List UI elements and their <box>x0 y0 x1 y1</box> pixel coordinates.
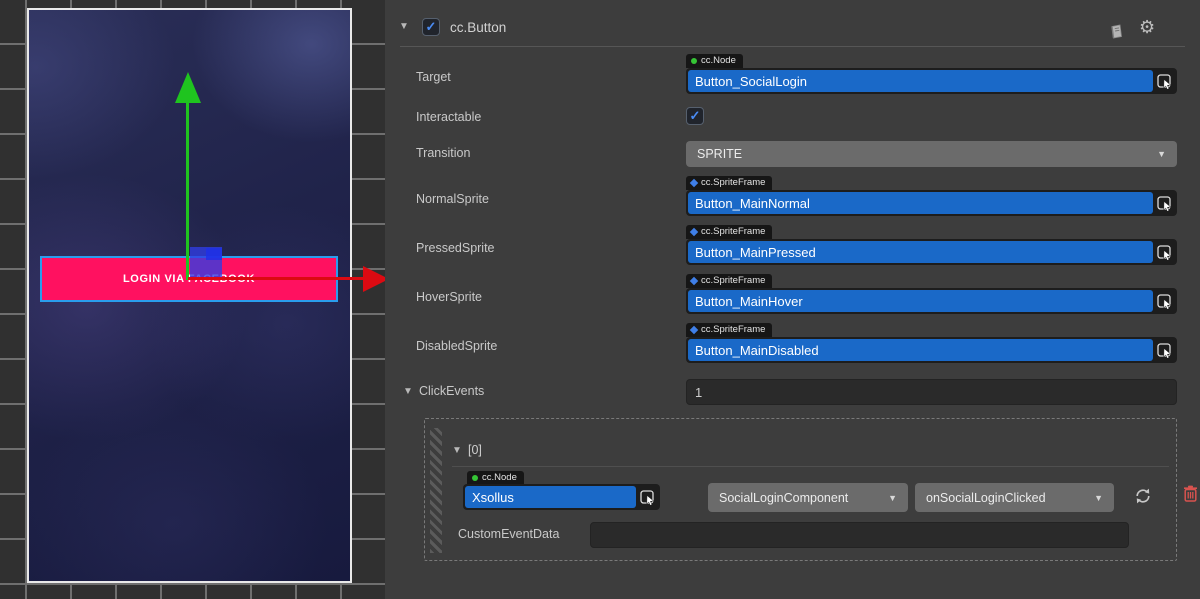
spriteframe-type-diamond-icon <box>690 326 698 334</box>
normal-sprite-field: cc.SpriteFrame Button_MainNormal <box>686 175 1177 216</box>
refresh-icon[interactable] <box>1133 487 1153 508</box>
chevron-down-icon: ▼ <box>1094 493 1103 503</box>
hover-sprite-value[interactable]: Button_MainHover <box>688 290 1153 312</box>
normal-sprite-label: NormalSprite <box>416 192 489 206</box>
target-value[interactable]: Button_SocialLogin <box>688 70 1153 92</box>
spriteframe-type-tag: cc.SpriteFrame <box>686 225 772 239</box>
clickevents-label: ClickEvents <box>419 384 484 398</box>
component-enabled-checkbox[interactable]: ✓ <box>422 18 440 36</box>
spriteframe-type-tag: cc.SpriteFrame <box>686 323 772 337</box>
event-component-value: SocialLoginComponent <box>719 491 848 505</box>
gear-icon[interactable]: ⚙ <box>1139 17 1155 38</box>
y-axis-arrowhead-icon[interactable] <box>175 72 201 103</box>
transition-dropdown[interactable]: SPRITE ▼ <box>686 141 1177 167</box>
event-handler-dropdown[interactable]: onSocialLoginClicked ▼ <box>915 483 1114 512</box>
node-picker-icon[interactable] <box>636 486 658 508</box>
check-icon: ✓ <box>690 108 701 124</box>
spriteframe-type-tag: cc.SpriteFrame <box>686 176 772 190</box>
drag-handle[interactable] <box>430 428 442 553</box>
event-node-value[interactable]: Xsollus <box>465 486 636 508</box>
node-picker-icon[interactable] <box>1153 70 1175 92</box>
disabled-sprite-value[interactable]: Button_MainDisabled <box>688 339 1153 361</box>
help-doc-icon[interactable] <box>1108 24 1125 43</box>
target-field: cc.Node Button_SocialLogin <box>686 53 1177 94</box>
normal-sprite-value[interactable]: Button_MainNormal <box>688 192 1153 214</box>
disabled-sprite-field: cc.SpriteFrame Button_MainDisabled <box>686 322 1177 363</box>
chevron-down-icon: ▼ <box>1157 149 1166 159</box>
x-axis-gizmo[interactable] <box>188 277 364 280</box>
hover-sprite-field: cc.SpriteFrame Button_MainHover <box>686 273 1177 314</box>
event-node-type-tag: cc.Node <box>467 471 524 485</box>
interactable-label: Interactable <box>416 110 481 124</box>
spriteframe-type-diamond-icon <box>690 277 698 285</box>
transition-label: Transition <box>416 146 470 160</box>
custom-event-data-label: CustomEventData <box>458 527 559 541</box>
event-handler-value: onSocialLoginClicked <box>926 491 1046 505</box>
interactable-checkbox[interactable]: ✓ <box>686 107 704 125</box>
asset-picker-icon[interactable] <box>1153 241 1175 263</box>
chevron-down-icon: ▼ <box>888 493 897 503</box>
hover-sprite-label: HoverSprite <box>416 290 482 304</box>
custom-event-data-input[interactable] <box>590 522 1129 548</box>
disabled-sprite-label: DisabledSprite <box>416 339 497 353</box>
anchor-gizmo-rect-accent <box>206 248 222 260</box>
component-collapse-icon[interactable]: ▼ <box>399 21 409 32</box>
delete-event-trash-icon[interactable] <box>1183 485 1198 505</box>
y-axis-gizmo[interactable] <box>186 100 189 280</box>
spriteframe-type-tag: cc.SpriteFrame <box>686 274 772 288</box>
event-component-dropdown[interactable]: SocialLoginComponent ▼ <box>708 483 908 512</box>
asset-picker-icon[interactable] <box>1153 339 1175 361</box>
editor-window: LOGIN VIA FACEBOOK ▼ ✓ cc.Button ⚙ Targe… <box>0 0 1200 599</box>
header-divider <box>400 46 1185 47</box>
clickevents-collapse-icon[interactable]: ▼ <box>403 386 413 397</box>
scene-view[interactable]: LOGIN VIA FACEBOOK <box>0 0 385 599</box>
asset-picker-icon[interactable] <box>1153 192 1175 214</box>
event-index-label: [0] <box>468 443 482 457</box>
check-icon: ✓ <box>426 19 437 35</box>
event-node-field: Xsollus <box>463 484 660 510</box>
asset-picker-icon[interactable] <box>1153 290 1175 312</box>
component-title: cc.Button <box>450 20 506 35</box>
spriteframe-type-diamond-icon <box>690 179 698 187</box>
pressed-sprite-value[interactable]: Button_MainPressed <box>688 241 1153 263</box>
target-label: Target <box>416 70 451 84</box>
spriteframe-type-diamond-icon <box>690 228 698 236</box>
node-type-dot-icon <box>691 58 697 64</box>
transition-value: SPRITE <box>697 147 742 161</box>
event-collapse-icon[interactable]: ▼ <box>452 445 462 456</box>
clickevents-count-input[interactable] <box>686 379 1177 405</box>
event-divider <box>452 466 1169 467</box>
target-type-tag: cc.Node <box>686 54 743 68</box>
pressed-sprite-field: cc.SpriteFrame Button_MainPressed <box>686 224 1177 265</box>
click-event-item: ▼ [0] cc.Node Xsollus <box>424 418 1177 561</box>
node-type-dot-icon <box>472 475 478 481</box>
inspector-panel: ▼ ✓ cc.Button ⚙ Target cc.Node Button_So… <box>385 0 1200 599</box>
pressed-sprite-label: PressedSprite <box>416 241 495 255</box>
